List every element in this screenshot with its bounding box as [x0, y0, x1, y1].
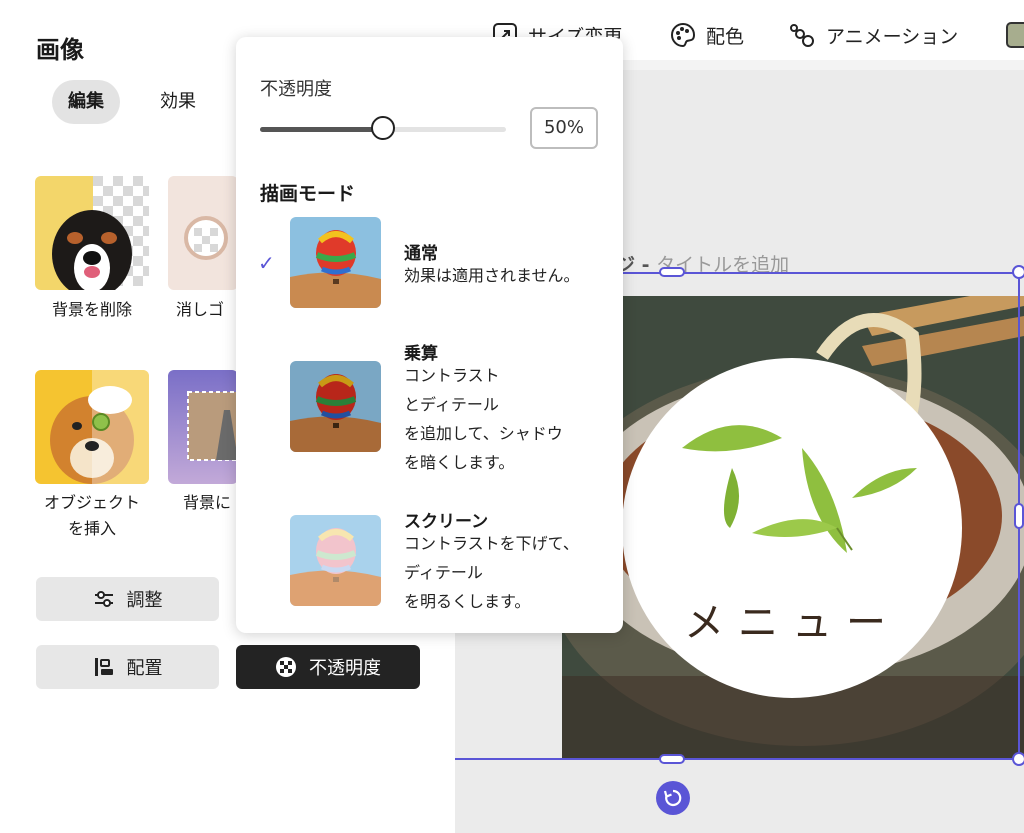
menu-text: メニュー — [684, 600, 900, 646]
resize-handle-top[interactable] — [659, 267, 685, 277]
multiply-desc: コントラスト とディテール を追加して、シャドウ を暗くします。 — [404, 366, 563, 472]
opacity-popover: 不透明度 50% 描画モード ✓ 通常 効果は適用されません。 乗算 コントラス… — [236, 37, 623, 633]
eraser-label: 消しゴ — [176, 300, 225, 319]
animation-label: アニメーション — [826, 25, 959, 48]
background-label: 背景に — [183, 493, 232, 512]
eraser-sunglasses-icon — [168, 176, 238, 290]
balloon-icon — [290, 217, 381, 308]
panel-title: 画像 — [36, 36, 84, 64]
opacity-slider-thumb[interactable] — [371, 116, 395, 140]
arrange-button[interactable]: 配置 — [36, 645, 219, 689]
selection-bottom — [455, 758, 1020, 760]
tab-effects[interactable]: 効果 — [144, 80, 212, 124]
balloon-multiply-thumb — [290, 361, 381, 452]
opacity-button[interactable]: 不透明度 — [236, 645, 420, 689]
normal-desc: 効果は適用されません。 — [404, 266, 580, 285]
opacity-value-input[interactable]: 50% — [530, 107, 598, 149]
insert-object-tile[interactable] — [35, 370, 149, 484]
animation-icon — [790, 24, 814, 47]
color-button[interactable]: 配色 — [670, 18, 744, 52]
blend-mode-screen[interactable]: スクリーン コントラストを下げて、 ディテール を明るくします。 — [236, 507, 623, 627]
adjust-label: 調整 — [126, 590, 163, 611]
check-icon: ✓ — [258, 251, 275, 275]
tab-edit[interactable]: 編集 — [52, 80, 120, 124]
sliders-icon — [94, 591, 113, 607]
opacity-slider[interactable] — [260, 116, 506, 140]
remove-background-tile[interactable] — [35, 176, 149, 290]
balloon-icon — [290, 361, 381, 452]
remove-background-label: 背景を削除 — [51, 300, 132, 319]
opacity-label: 不透明度 — [260, 79, 332, 100]
insert-object-label: オブジェクト を挿入 — [43, 493, 140, 538]
balloon-normal-thumb — [290, 217, 381, 308]
balloon-icon — [290, 515, 381, 606]
adjust-button[interactable]: 調整 — [36, 577, 219, 621]
rotate-icon — [663, 789, 682, 807]
menu-circle: メニュー — [622, 358, 962, 698]
eraser-tile[interactable] — [168, 176, 238, 290]
road-bg-icon — [168, 370, 238, 484]
background-tile[interactable] — [168, 370, 238, 484]
canvas-image[interactable]: メニュー — [562, 296, 1024, 758]
arrange-label: 配置 — [126, 658, 163, 679]
blend-mode-normal[interactable]: ✓ 通常 効果は適用されません。 — [236, 217, 623, 309]
color-label: 配色 — [706, 25, 745, 48]
opacity-button-label: 不透明度 — [309, 658, 381, 679]
screen-desc: コントラストを下げて、 ディテール を明るくします。 — [404, 534, 579, 611]
resize-handle-bottom[interactable] — [659, 754, 685, 764]
shiba-insert-object-icon — [35, 370, 149, 484]
rotate-button[interactable] — [656, 781, 690, 815]
resize-handle-right[interactable] — [1014, 503, 1024, 529]
palette-icon — [671, 22, 696, 48]
corner-handle-bottom-right[interactable] — [1012, 752, 1024, 766]
blend-mode-multiply[interactable]: 乗算 コントラスト とディテール を追加して、シャドウ を暗くします。 — [236, 339, 623, 489]
dog-remove-bg-icon — [35, 176, 149, 290]
animation-button[interactable]: アニメーション — [788, 18, 958, 52]
opacity-checker-icon — [276, 657, 296, 677]
align-left-icon — [94, 658, 113, 676]
opacity-slider-fill — [260, 127, 383, 132]
balloon-screen-thumb — [290, 515, 381, 606]
blend-mode-title: 描画モード — [260, 183, 356, 205]
color-swatch[interactable] — [1006, 22, 1024, 48]
corner-handle-top-right[interactable] — [1012, 265, 1024, 279]
